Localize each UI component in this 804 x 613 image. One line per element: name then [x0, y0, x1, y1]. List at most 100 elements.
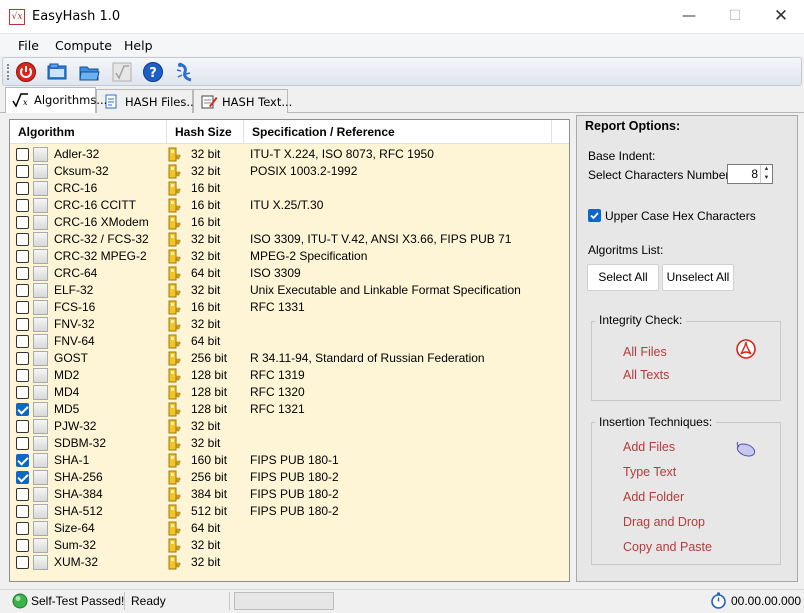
- table-row[interactable]: FNV-64 64 bit: [10, 333, 569, 350]
- algorithm-checkbox[interactable]: [16, 539, 29, 552]
- algorithm-checkbox[interactable]: [16, 301, 29, 314]
- gecko-icon[interactable]: [173, 61, 195, 83]
- select-all-button[interactable]: Select All: [587, 264, 659, 291]
- algorithm-checkbox[interactable]: [16, 233, 29, 246]
- table-row[interactable]: GOST 256 bit R 34.11-94, Standard of Russi…: [10, 350, 569, 367]
- copy-and-paste-link[interactable]: Copy and Paste: [623, 540, 712, 554]
- table-row[interactable]: Size-64 64 bit: [10, 520, 569, 537]
- table-row[interactable]: MD4 128 bit RFC 1320: [10, 384, 569, 401]
- table-row[interactable]: SHA-384 384 bit FIPS PUB 180-2: [10, 486, 569, 503]
- add-folder-link[interactable]: Add Folder: [623, 490, 684, 504]
- tab-hash-files[interactable]: HASH Files...: [96, 89, 197, 113]
- specification: Unix Executable and Linkable Format Spec…: [250, 283, 521, 297]
- table-row[interactable]: CRC-16 16 bit: [10, 180, 569, 197]
- algorithm-checkbox[interactable]: [16, 318, 29, 331]
- algorithm-name: Sum-32: [54, 538, 97, 552]
- algorithm-checkbox[interactable]: [16, 216, 29, 229]
- spinner-up-icon[interactable]: ▲: [760, 165, 772, 174]
- algorithm-checkbox[interactable]: [16, 454, 29, 467]
- specification: FIPS PUB 180-1: [250, 453, 339, 467]
- toolbar-grip[interactable]: [7, 64, 10, 80]
- menu-file[interactable]: File: [18, 38, 39, 53]
- uppercase-label[interactable]: Upper Case Hex Characters: [605, 209, 756, 223]
- algorithm-checkbox[interactable]: [16, 420, 29, 433]
- algorithm-checkbox[interactable]: [16, 335, 29, 348]
- algorithm-checkbox[interactable]: [16, 267, 29, 280]
- tab-algorithms[interactable]: x Algorithms...: [5, 87, 107, 113]
- algorithm-checkbox[interactable]: [16, 199, 29, 212]
- table-row[interactable]: Sum-32 32 bit: [10, 537, 569, 554]
- menu-help[interactable]: Help: [124, 38, 153, 53]
- table-row[interactable]: CRC-64 64 bit ISO 3309: [10, 265, 569, 282]
- key-icon: [168, 470, 182, 485]
- algorithm-name: Size-64: [54, 521, 95, 535]
- hash-size: 32 bit: [191, 249, 221, 263]
- help-icon[interactable]: ?: [142, 61, 164, 83]
- stopwatch-icon: [710, 592, 727, 609]
- all-files-link[interactable]: All Files: [623, 345, 667, 359]
- close-button[interactable]: ✕: [758, 0, 804, 34]
- hash-size: 32 bit: [191, 538, 221, 552]
- table-row[interactable]: FNV-32 32 bit: [10, 316, 569, 333]
- column-header-spec[interactable]: Specification / Reference: [244, 120, 552, 144]
- table-row[interactable]: ELF-32 32 bit Unix Executable and Linkable…: [10, 282, 569, 299]
- menu-compute[interactable]: Compute: [55, 38, 112, 53]
- table-row[interactable]: XUM-32 32 bit: [10, 554, 569, 571]
- table-row[interactable]: MD5 128 bit RFC 1321: [10, 401, 569, 418]
- algorithm-checkbox[interactable]: [16, 284, 29, 297]
- chars-number-value[interactable]: 8: [751, 167, 758, 181]
- spinner-down-icon[interactable]: ▼: [760, 174, 772, 183]
- table-row[interactable]: SHA-512 512 bit FIPS PUB 180-2: [10, 503, 569, 520]
- table-row[interactable]: PJW-32 32 bit: [10, 418, 569, 435]
- algorithm-checkbox[interactable]: [16, 369, 29, 382]
- table-row[interactable]: Adler-32 32 bit ITU-T X.224, ISO 8073, RFC…: [10, 146, 569, 163]
- algorithm-checkbox[interactable]: [16, 505, 29, 518]
- table-row[interactable]: CRC-16 CCITT 16 bit ITU X.25/T.30: [10, 197, 569, 214]
- algorithm-checkbox[interactable]: [16, 471, 29, 484]
- algorithm-checkbox[interactable]: [16, 437, 29, 450]
- drag-and-drop-link[interactable]: Drag and Drop: [623, 515, 705, 529]
- table-row[interactable]: CRC-32 / FCS-32 32 bit ISO 3309, ITU-T V.4…: [10, 231, 569, 248]
- column-header-algorithm[interactable]: Algorithm: [10, 120, 167, 144]
- table-row[interactable]: SHA-1 160 bit FIPS PUB 180-1: [10, 452, 569, 469]
- algorithm-checkbox[interactable]: [16, 250, 29, 263]
- table-row[interactable]: CRC-16 XModem 16 bit: [10, 214, 569, 231]
- algorithm-checkbox[interactable]: [16, 556, 29, 569]
- table-row[interactable]: SHA-256 256 bit FIPS PUB 180-2: [10, 469, 569, 486]
- chars-number-spinner[interactable]: 8 ▲ ▼: [727, 164, 773, 184]
- algorithm-name: SDBM-32: [54, 436, 107, 450]
- open-folder-icon[interactable]: [46, 61, 68, 83]
- algorithm-name: FNV-64: [54, 334, 95, 348]
- algorithm-checkbox[interactable]: [16, 522, 29, 535]
- column-header-hash-size[interactable]: Hash Size: [167, 120, 244, 144]
- power-icon[interactable]: [15, 61, 37, 83]
- algorithm-checkbox[interactable]: [16, 182, 29, 195]
- algorithm-checkbox[interactable]: [16, 488, 29, 501]
- all-texts-link[interactable]: All Texts: [623, 368, 669, 382]
- algorithm-checkbox[interactable]: [16, 165, 29, 178]
- state-icon: [33, 249, 48, 264]
- table-row[interactable]: MD2 128 bit RFC 1319: [10, 367, 569, 384]
- algorithm-checkbox[interactable]: [16, 352, 29, 365]
- add-files-link[interactable]: Add Files: [623, 440, 675, 454]
- table-row[interactable]: FCS-16 16 bit RFC 1331: [10, 299, 569, 316]
- table-row[interactable]: Cksum-32 32 bit POSIX 1003.2-1992: [10, 163, 569, 180]
- uppercase-checkbox[interactable]: [588, 209, 601, 222]
- specification: ITU-T X.224, ISO 8073, RFC 1950: [250, 147, 434, 161]
- algorithm-name: SHA-512: [54, 504, 103, 518]
- type-text-link[interactable]: Type Text: [623, 465, 676, 479]
- table-row[interactable]: SDBM-32 32 bit: [10, 435, 569, 452]
- open-folder-blue-icon[interactable]: [78, 61, 100, 83]
- state-icon: [33, 198, 48, 213]
- unselect-all-button[interactable]: Unselect All: [662, 264, 734, 291]
- table-row[interactable]: CRC-32 MPEG-2 32 bit MPEG-2 Specification: [10, 248, 569, 265]
- algorithm-checkbox[interactable]: [16, 386, 29, 399]
- maximize-button[interactable]: ☐: [712, 0, 758, 34]
- sqrt-icon[interactable]: [111, 61, 133, 83]
- algorithm-checkbox[interactable]: [16, 148, 29, 161]
- specification: RFC 1321: [250, 402, 305, 416]
- algorithm-checkbox[interactable]: [16, 403, 29, 416]
- tab-hash-text[interactable]: HASH Text...: [193, 89, 292, 113]
- key-icon: [168, 368, 182, 383]
- minimize-button[interactable]: —: [666, 0, 712, 34]
